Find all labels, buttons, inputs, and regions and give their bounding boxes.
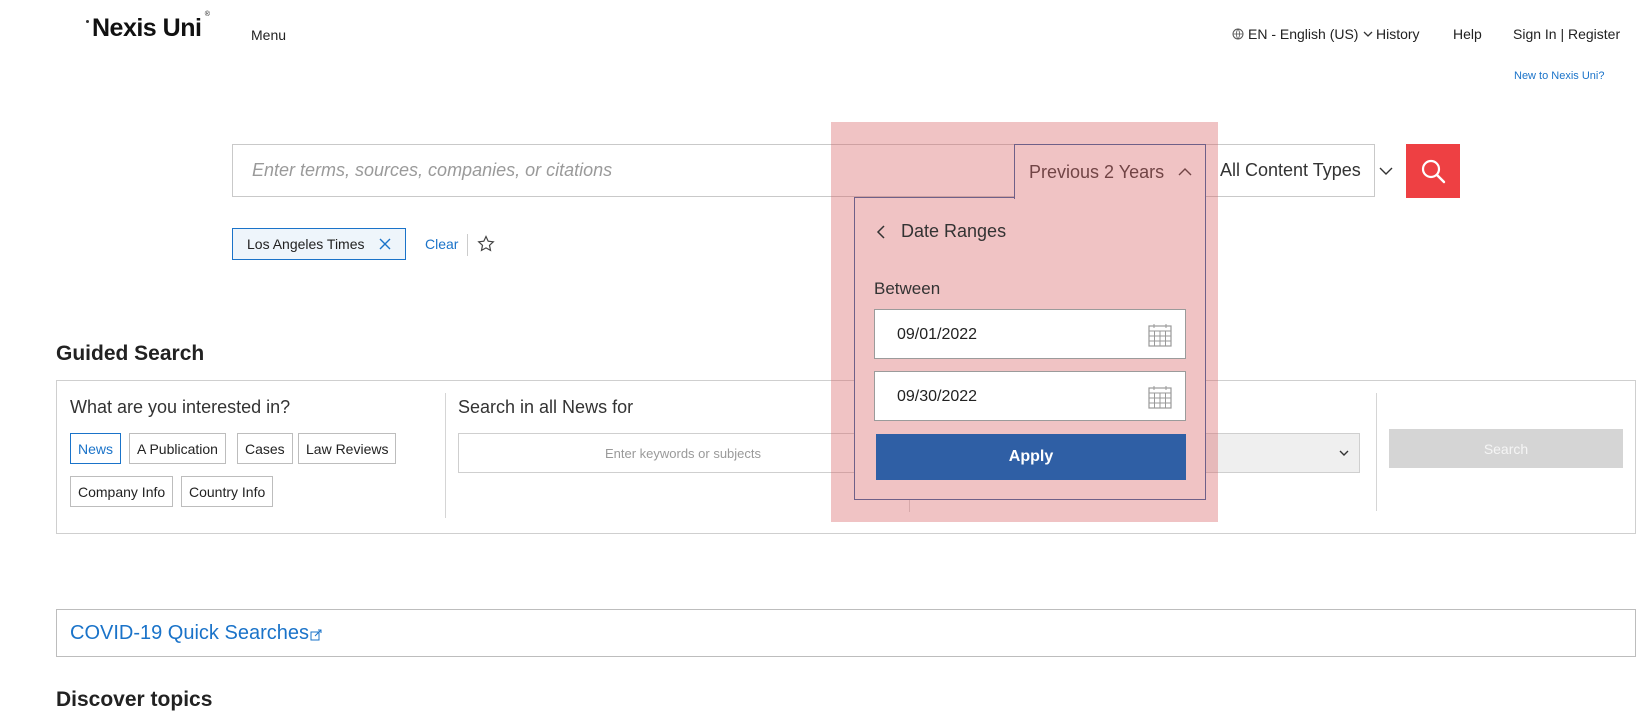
discover-topics-title: Discover topics (56, 688, 213, 711)
menu-link[interactable]: Menu (251, 27, 286, 43)
chevron-left-icon (876, 224, 885, 239)
option-cases[interactable]: Cases (237, 433, 293, 464)
column-divider (445, 393, 446, 518)
globe-icon (1232, 28, 1244, 40)
history-link[interactable]: History (1376, 26, 1420, 42)
external-link-icon (310, 629, 322, 641)
source-filter-chip: Los Angeles Times (232, 228, 406, 260)
close-icon[interactable] (379, 238, 391, 250)
clear-filters-link[interactable]: Clear (425, 236, 458, 252)
start-date-input[interactable] (895, 310, 1119, 360)
option-publication[interactable]: A Publication (129, 433, 226, 464)
chip-label: Los Angeles Times (247, 236, 365, 252)
date-ranges-back-button[interactable]: Date Ranges (875, 221, 1006, 242)
column-divider (1376, 393, 1377, 511)
logo-registered-mark: ® (204, 11, 210, 18)
language-label: EN - English (US) (1248, 26, 1359, 42)
logo-dot (86, 20, 89, 23)
option-law-reviews[interactable]: Law Reviews (298, 433, 397, 464)
chevron-down-icon (1364, 31, 1373, 37)
date-ranges-title: Date Ranges (901, 221, 1007, 241)
option-country-info[interactable]: Country Info (181, 476, 274, 507)
help-link[interactable]: Help (1453, 26, 1482, 42)
guided-search-button[interactable]: Search (1389, 429, 1623, 468)
nexis-uni-logo[interactable]: Nexis Uni ® (86, 11, 210, 43)
chevron-down-icon (1379, 167, 1393, 175)
language-selector[interactable]: EN - English (US) (1232, 26, 1374, 42)
interest-label: What are you interested in? (70, 397, 291, 417)
start-date-field (874, 309, 1186, 360)
end-date-field (874, 371, 1186, 422)
calendar-icon[interactable] (1147, 384, 1173, 410)
new-to-nexis-link[interactable]: New to Nexis Uni? (1514, 70, 1604, 82)
apply-button[interactable]: Apply (876, 434, 1186, 480)
calendar-icon[interactable] (1147, 322, 1173, 348)
end-date-input[interactable] (895, 372, 1119, 422)
signin-register-link[interactable]: Sign In | Register (1513, 26, 1620, 42)
divider (467, 234, 468, 256)
search-button[interactable] (1406, 144, 1460, 198)
covid-quick-searches-box: COVID-19 Quick Searches (56, 609, 1636, 657)
content-type-select[interactable]: All Content Types (1206, 144, 1406, 197)
guided-search-title: Guided Search (56, 342, 205, 365)
covid-quick-searches-link[interactable]: COVID-19 Quick Searches (70, 622, 309, 645)
search-in-label: Search in all News for (458, 397, 634, 417)
option-company-info[interactable]: Company Info (70, 476, 174, 507)
search-icon (1421, 159, 1446, 184)
chevron-down-icon (1339, 450, 1349, 456)
content-type-label: All Content Types (1220, 160, 1361, 180)
option-news[interactable]: News (70, 433, 122, 464)
logo-text: Nexis Uni (92, 14, 202, 42)
between-label: Between (874, 279, 941, 298)
star-icon[interactable] (477, 235, 495, 253)
